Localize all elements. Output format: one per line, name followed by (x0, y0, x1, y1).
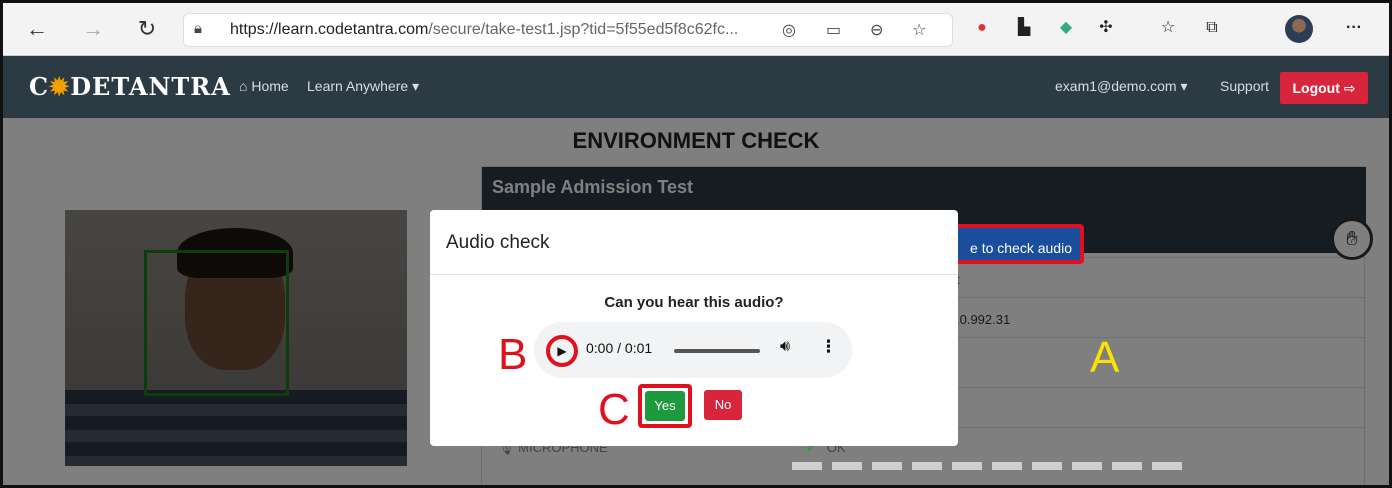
extension-doc-icon[interactable]: ▙ (1013, 17, 1035, 39)
refresh-icon[interactable]: ↻ (131, 13, 163, 45)
home-icon: ⌂ (239, 78, 252, 94)
address-url[interactable]: https://learn.codetantra.com/secure/take… (230, 21, 738, 39)
no-button[interactable]: No (704, 390, 742, 420)
video-icon[interactable]: ▭ (826, 20, 841, 40)
mic-level-segment (1032, 462, 1062, 470)
extension-red-ball-icon[interactable]: ● (971, 17, 993, 39)
app-navbar: C✹DETANTRA ⌂ Home Learn Anywhere ▾ exam1… (3, 56, 1389, 118)
mic-level-segment (792, 462, 822, 470)
address-bar[interactable]: 🔒︎ https://learn.codetantra.com/secure/t… (183, 13, 953, 47)
mic-level-segment (1152, 462, 1182, 470)
yes-button[interactable]: Yes (645, 391, 685, 421)
logo-letter-c: C (29, 72, 50, 101)
mic-level-segment (912, 462, 942, 470)
mic-level-segment (1112, 462, 1142, 470)
nav-learn-anywhere[interactable]: Learn Anywhere ▾ (307, 78, 419, 95)
forward-icon[interactable]: → (77, 13, 109, 45)
zoom-icon[interactable]: ⊖ (870, 20, 883, 40)
yes-button-highlight: Yes (638, 384, 692, 428)
mic-level-segment (832, 462, 862, 470)
lock-icon: 🔒︎ (194, 20, 202, 37)
collections-icon[interactable]: ⧉ (1201, 17, 1223, 39)
mic-level-segment (952, 462, 982, 470)
audio-player: ▶ 0:00 / 0:01 🔊︎ ⋮ (534, 322, 852, 378)
logo-gear-icon: ✹ (49, 72, 71, 101)
codetantra-logo[interactable]: C✹DETANTRA (29, 72, 231, 101)
extensions-puzzle-icon[interactable]: ✣ (1095, 17, 1117, 39)
callout-b: B (498, 330, 528, 379)
browser-toolbar: ← → ↻ 🔒︎ https://learn.codetantra.com/se… (0, 0, 1392, 56)
nav-support[interactable]: Support (1220, 78, 1269, 94)
callout-c: C (598, 385, 630, 434)
audio-question: Can you hear this audio? (604, 294, 784, 311)
modal-title: Audio check (446, 232, 550, 253)
volume-icon[interactable]: 🔊︎ (780, 338, 790, 356)
nav-home[interactable]: ⌂ Home (239, 78, 289, 94)
url-domain: https://learn.codetantra.com (230, 21, 429, 38)
modal-divider (430, 274, 958, 275)
favorites-icon[interactable]: ☆ (1157, 17, 1179, 39)
profile-avatar[interactable] (1285, 15, 1313, 43)
location-icon[interactable]: ◎ (782, 20, 796, 40)
back-icon[interactable]: ← (21, 13, 53, 45)
player-more-icon[interactable]: ⋮ (820, 337, 837, 357)
user-menu[interactable]: exam1@demo.com ▾ (1055, 78, 1188, 95)
favorite-add-icon[interactable]: ☆ (912, 20, 926, 40)
play-icon[interactable]: ▶ (546, 335, 578, 367)
audio-check-modal: Audio check Can you hear this audio? ▶ 0… (430, 210, 958, 446)
logout-button[interactable]: Logout ⇨ (1280, 72, 1368, 104)
extension-globe-icon[interactable]: ◆ (1055, 17, 1077, 39)
mic-level-segment (992, 462, 1022, 470)
more-options-icon[interactable]: ··· (1343, 17, 1365, 39)
audio-progress-bar[interactable] (674, 349, 760, 353)
mic-level-meter (792, 462, 1192, 470)
nav-home-label: Home (251, 78, 289, 94)
screenshot-root: ← → ↻ 🔒︎ https://learn.codetantra.com/se… (0, 0, 1392, 488)
mic-level-segment (872, 462, 902, 470)
url-path: /secure/take-test1.jsp?tid=5f55ed5f8c62f… (428, 21, 739, 38)
audio-time: 0:00 / 0:01 (586, 340, 653, 356)
logo-text: DETANTRA (70, 72, 231, 101)
callout-a: A (1090, 333, 1120, 382)
check-audio-button[interactable]: e to check audio (948, 224, 1084, 264)
mic-level-segment (1072, 462, 1102, 470)
